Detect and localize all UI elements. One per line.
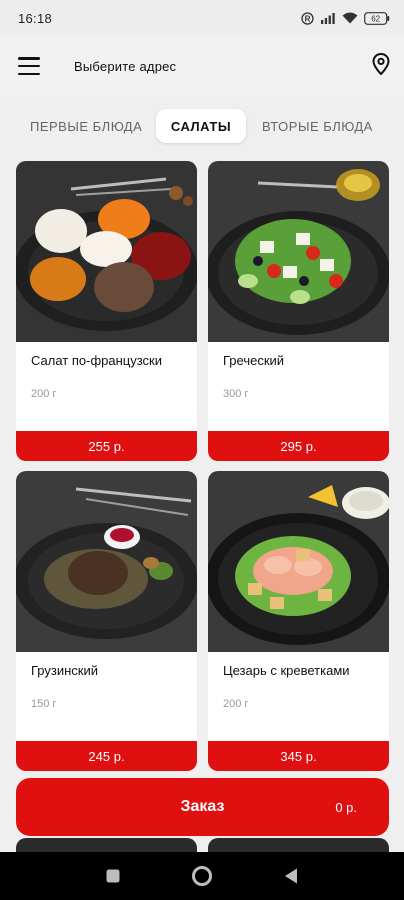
category-tabs: ПЕРВЫЕ БЛЮДА САЛАТЫ ВТОРЫЕ БЛЮДА: [0, 100, 404, 152]
battery-icon: 62: [364, 11, 390, 25]
status-icons: R 62: [301, 11, 390, 25]
order-button[interactable]: Заказ 0 р.: [16, 778, 389, 836]
order-label: Заказ: [180, 798, 225, 815]
price-button[interactable]: 255 р.: [16, 431, 197, 461]
svg-text:R: R: [305, 14, 311, 23]
product-weight: 200 г: [31, 388, 57, 400]
tab-first-courses[interactable]: ПЕРВЫЕ БЛЮДА: [30, 119, 142, 134]
product-photo: [16, 471, 197, 652]
wifi-icon: [342, 12, 358, 24]
alarm-icon: R: [301, 11, 314, 25]
price-button[interactable]: 345 р.: [208, 741, 389, 771]
product-weight: 200 г: [223, 698, 249, 710]
product-photo: [208, 161, 389, 342]
price-button[interactable]: 295 р.: [208, 431, 389, 461]
svg-text:62: 62: [371, 14, 380, 23]
home-icon[interactable]: [191, 865, 213, 887]
recents-icon[interactable]: [105, 868, 121, 884]
product-card[interactable]: Салат по-французски 200 г 255 р.: [16, 161, 197, 461]
product-weight: 300 г: [223, 388, 249, 400]
product-card[interactable]: Греческий 300 г 295 р.: [208, 161, 389, 461]
product-weight: 150 г: [31, 698, 57, 710]
product-name: Цезарь с креветками: [223, 663, 350, 678]
tab-salads[interactable]: САЛАТЫ: [156, 109, 246, 143]
product-photo: [208, 471, 389, 652]
tab-main-courses[interactable]: ВТОРЫЕ БЛЮДА: [262, 119, 373, 134]
menu-icon[interactable]: [18, 57, 40, 75]
price-button[interactable]: 245 р.: [16, 741, 197, 771]
system-nav-bar: [0, 852, 404, 900]
product-photo: [16, 161, 197, 342]
product-card[interactable]: Грузинский 150 г 245 р.: [16, 471, 197, 771]
location-pin-icon[interactable]: [372, 52, 390, 80]
product-name: Грузинский: [31, 663, 99, 678]
order-total: 0 р.: [335, 799, 357, 815]
app-bar: Выберите адрес: [0, 36, 404, 96]
back-icon[interactable]: [283, 867, 299, 885]
signal-icon: [320, 12, 336, 24]
product-name: Греческий: [223, 353, 285, 368]
status-time: 16:18: [18, 10, 53, 26]
product-card[interactable]: Цезарь с креветками 200 г 345 р.: [208, 471, 389, 771]
product-name: Салат по-французски: [31, 353, 163, 368]
address-selector[interactable]: Выберите адрес: [74, 59, 176, 74]
status-bar: 16:18 R 62: [0, 0, 404, 36]
